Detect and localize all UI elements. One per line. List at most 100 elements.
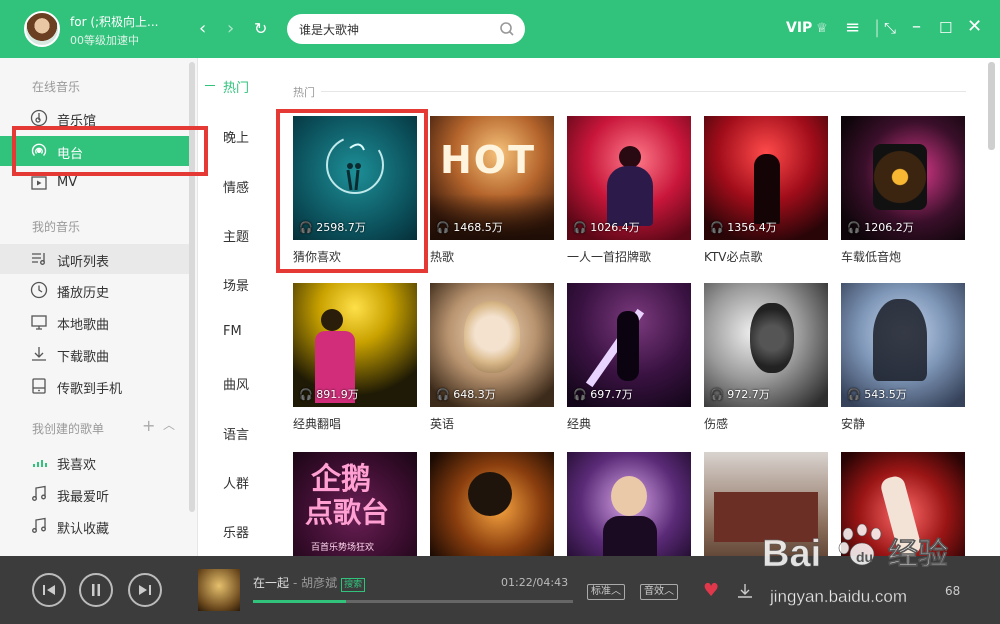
category-instrument[interactable]: 乐器: [223, 522, 249, 541]
sidebar-item-most-loved[interactable]: 我最爱听: [0, 480, 190, 508]
pause-button[interactable]: [79, 573, 113, 607]
singer-name[interactable]: - 胡彦斌: [293, 576, 337, 590]
station-card[interactable]: HOT 🎧 1468.5万 热歌: [430, 116, 554, 264]
sidebar-item-default-collection[interactable]: 默认收藏: [0, 512, 190, 540]
station-card[interactable]: 🎧 697.7万 经典: [567, 283, 691, 431]
search-badge[interactable]: 搜索: [341, 578, 366, 592]
sidebar-item-label: 下载歌曲: [57, 350, 110, 365]
station-cover[interactable]: 🎧 648.3万: [430, 283, 554, 407]
search-input[interactable]: [299, 19, 489, 39]
station-name[interactable]: 安静: [841, 415, 865, 432]
sidebar-item-downloads[interactable]: 下载歌曲: [0, 340, 190, 368]
station-cover[interactable]: 🎧 1356.4万: [704, 116, 828, 240]
menu-icon[interactable]: ≡: [845, 18, 860, 38]
mini-mode-icon[interactable]: ⤡: [884, 18, 896, 38]
sidebar-item-local[interactable]: 本地歌曲: [0, 308, 190, 336]
next-button[interactable]: [128, 573, 162, 607]
category-language[interactable]: 语言: [223, 424, 249, 443]
station-name[interactable]: KTV必点歌: [704, 248, 762, 265]
station-cover[interactable]: 🎧 543.5万: [841, 283, 965, 407]
station-card[interactable]: [430, 452, 554, 556]
station-card[interactable]: 🎧 1026.4万 一人一首招牌歌: [567, 116, 691, 264]
vip-button[interactable]: VIP: [786, 20, 812, 36]
avatar[interactable]: [24, 11, 60, 47]
category-crowd[interactable]: 人群: [223, 473, 249, 492]
now-playing-cover[interactable]: [198, 569, 240, 611]
quality-button[interactable]: 标准︿: [587, 584, 625, 600]
station-name[interactable]: 一人一首招牌歌: [567, 248, 651, 265]
portrait-art: [464, 301, 520, 373]
forward-icon[interactable]: ›: [227, 19, 234, 39]
sound-effect-button[interactable]: 音效︿: [640, 584, 678, 600]
station-name[interactable]: 热歌: [430, 248, 454, 265]
station-cover[interactable]: 企鹅 点歌台 百首乐势场狂欢: [293, 452, 417, 556]
station-cover[interactable]: [430, 452, 554, 556]
station-cover[interactable]: 🎧 972.7万: [704, 283, 828, 407]
clock-icon: [30, 281, 48, 299]
add-playlist-icon[interactable]: +: [142, 416, 155, 435]
back-icon[interactable]: ‹: [199, 19, 206, 39]
like-icon[interactable]: ♥: [703, 580, 719, 601]
category-fm[interactable]: FM: [223, 324, 242, 339]
station-card[interactable]: 🎧 972.7万 伤感: [704, 283, 828, 431]
collapse-icon[interactable]: ︿: [163, 416, 175, 433]
sidebar-item-history[interactable]: 播放历史: [0, 276, 190, 304]
created-playlists-title: 我创建的歌单: [32, 422, 105, 436]
station-card[interactable]: 🎧 1356.4万 KTV必点歌: [704, 116, 828, 264]
user-name[interactable]: for (;积极向上...: [70, 13, 158, 30]
download-icon[interactable]: [736, 582, 754, 600]
sidebar-item-to-phone[interactable]: 传歌到手机: [0, 372, 190, 400]
sidebar-item-trial-list[interactable]: 试听列表: [0, 244, 190, 274]
category-night[interactable]: 晚上: [223, 127, 249, 146]
category-scene[interactable]: 场景: [223, 275, 249, 294]
sidebar-item-label: 传歌到手机: [57, 382, 123, 397]
station-cover[interactable]: 🎧 697.7万: [567, 283, 691, 407]
maximize-icon[interactable]: ☐: [939, 18, 952, 38]
search-box[interactable]: [287, 14, 525, 44]
category-theme[interactable]: 主题: [223, 226, 249, 245]
song-title[interactable]: 在一起: [253, 576, 289, 590]
station-cover[interactable]: [567, 452, 691, 556]
previous-button[interactable]: [32, 573, 66, 607]
station-card[interactable]: 🎧 1206.2万 车载低音炮: [841, 116, 965, 264]
minimize-icon[interactable]: –: [912, 17, 921, 37]
station-card[interactable]: 企鹅 点歌台 百首乐势场狂欢: [293, 452, 417, 556]
headphone-icon: 🎧: [710, 388, 724, 401]
station-cover[interactable]: 🎧 891.9万: [293, 283, 417, 407]
sidebar-item-my-favorite[interactable]: 我喜欢: [0, 448, 190, 476]
category-emotion[interactable]: 情感: [223, 177, 249, 196]
skin-icon[interactable]: ♕: [816, 19, 828, 39]
category-hot[interactable]: 热门: [223, 77, 249, 96]
station-name[interactable]: 经典翻唱: [293, 415, 341, 432]
progress-bar[interactable]: [253, 600, 573, 603]
station-card[interactable]: 🎧 543.5万 安静: [841, 283, 965, 431]
user-level[interactable]: 00等级加速中: [70, 32, 139, 48]
hot-cover-text: HOT: [440, 138, 537, 182]
section-title: 热门: [293, 86, 315, 99]
station-name[interactable]: 经典: [567, 415, 591, 432]
close-icon[interactable]: ✕: [967, 17, 982, 37]
station-card[interactable]: 🎧 891.9万 经典翻唱: [293, 283, 417, 431]
headphone-icon: 🎧: [573, 221, 587, 234]
station-cover[interactable]: 🎧 1026.4万: [567, 116, 691, 240]
watermark-cn: 经验: [888, 537, 948, 572]
station-cover[interactable]: 🎧 1206.2万: [841, 116, 965, 240]
category-genre[interactable]: 曲风: [223, 374, 249, 393]
station-name[interactable]: 英语: [430, 415, 454, 432]
sidebar-item-label: 我喜欢: [57, 458, 97, 473]
station-card[interactable]: [567, 452, 691, 556]
station-name[interactable]: 车载低音炮: [841, 248, 901, 265]
sidebar-item-label: 试听列表: [57, 255, 110, 270]
refresh-icon[interactable]: ↻: [254, 19, 267, 39]
headphone-icon: 🎧: [299, 388, 313, 401]
search-icon[interactable]: [499, 21, 515, 37]
station-card[interactable]: 🎧 648.3万 英语: [430, 283, 554, 431]
play-count: 🎧 1206.2万: [847, 221, 914, 234]
headphone-icon: 🎧: [847, 388, 861, 401]
station-name[interactable]: 伤感: [704, 415, 728, 432]
highlight-box: [276, 109, 428, 273]
station-cover[interactable]: HOT 🎧 1468.5万: [430, 116, 554, 240]
equalizer-icon: [33, 460, 47, 467]
content-scrollbar[interactable]: [988, 62, 995, 150]
sidebar-item-label: 本地歌曲: [57, 318, 110, 333]
